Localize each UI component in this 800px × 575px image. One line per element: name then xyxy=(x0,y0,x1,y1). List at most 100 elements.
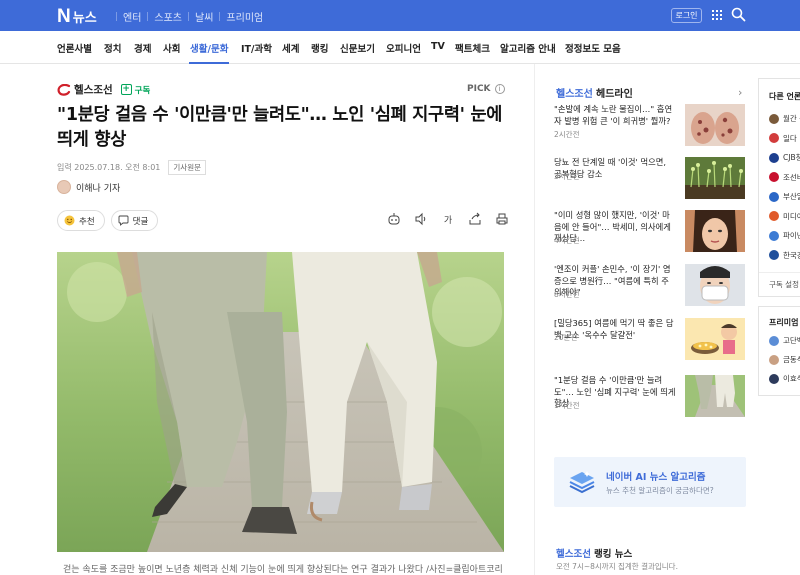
category-tab-12[interactable]: 알고리즘 안내 xyxy=(500,41,556,55)
reporter-byline[interactable]: 이해나 기자 xyxy=(57,180,120,194)
reporter-avatar xyxy=(57,180,71,194)
category-tab-1[interactable]: 정치 xyxy=(104,41,121,55)
headline-item-thumbnail[interactable] xyxy=(685,210,745,252)
premium-list-item[interactable]: 이효석 xyxy=(769,373,800,384)
headline-item[interactable]: "1분당 걸음 수 '이만큼'만 늘려도"… 노인 '심폐 지구력' 눈에 띄게… xyxy=(554,375,746,423)
press-list-name: 조선비즈 xyxy=(783,172,800,182)
category-tab-0[interactable]: 언론사별 xyxy=(57,41,92,55)
press-logo-icon xyxy=(769,113,779,124)
premium-avatar xyxy=(769,373,779,384)
premium-list-name: 금동식 xyxy=(783,355,800,364)
chevron-right-icon[interactable]: › xyxy=(738,86,742,99)
ai-banner-title: 네이버 AI 뉴스 알고리즘 xyxy=(606,472,706,483)
headline-item-thumbnail[interactable] xyxy=(685,264,745,306)
publish-date: 입력 2025.07.18. 오전 8:01 xyxy=(57,163,161,172)
headline-item[interactable]: [밀당365] 여름에 먹기 딱 좋은 담백·고소 '옥수수 달걀전' 20분전 xyxy=(554,318,746,366)
subscription-settings-link[interactable]: 구독 설정 xyxy=(759,272,800,290)
recommend-button[interactable]: 추천 xyxy=(57,210,105,231)
press-list-item[interactable]: 일다 xyxy=(769,133,797,144)
press-list-name: 일다 xyxy=(783,133,797,143)
headline-item-time: 20분전 xyxy=(554,333,578,342)
original-article-link[interactable]: 기사원문 xyxy=(168,160,206,175)
logo-text: 뉴스 xyxy=(72,11,97,26)
summary-bot-icon[interactable] xyxy=(387,212,401,226)
ai-layers-icon xyxy=(569,471,595,494)
headline-item-title: "손발에 계속 노란 물집이…" 흡연자 발병 위험 큰 '이 희귀병' 뭘까? xyxy=(554,104,673,126)
article-tools: 가 xyxy=(387,212,522,226)
category-tab-9[interactable]: 오피니언 xyxy=(386,41,421,55)
press-list-item[interactable]: 한국경제 xyxy=(769,250,800,261)
active-category-underline xyxy=(189,62,229,64)
grid-menu-icon[interactable] xyxy=(712,10,722,20)
top-nav-entertainment[interactable]: 엔터 xyxy=(123,9,141,24)
category-tab-8[interactable]: 신문보기 xyxy=(340,41,375,55)
press-logo-icon xyxy=(769,172,779,182)
divider xyxy=(116,12,117,21)
category-tab-11[interactable]: 팩트체크 xyxy=(455,41,490,55)
press-logo-icon xyxy=(769,133,779,143)
health-chosun-logo-icon[interactable] xyxy=(57,83,71,96)
top-nav-premium[interactable]: 프리미엄 xyxy=(226,9,263,24)
search-icon[interactable] xyxy=(731,7,746,22)
pick-label: PICK xyxy=(467,84,491,94)
comment-label: 댓글 xyxy=(132,216,149,227)
ai-algorithm-banner[interactable]: 네이버 AI 뉴스 알고리즘 뉴스 추천 알고리즘이 궁금하다면? xyxy=(554,457,746,507)
category-tab-13[interactable]: 정정보도 모음 xyxy=(565,41,621,55)
font-size-icon[interactable]: 가 xyxy=(441,212,455,226)
press-list-name: CJB청주방송 xyxy=(783,153,800,162)
press-list-item[interactable]: CJB청주방송 xyxy=(769,152,800,163)
category-tab-3[interactable]: 사회 xyxy=(163,41,180,55)
divider xyxy=(147,12,149,21)
top-nav-sports[interactable]: 스포츠 xyxy=(154,9,182,24)
headline-item-thumbnail[interactable] xyxy=(685,375,745,417)
ranking-subtitle: 오전 7시~8시까지 집계한 결과입니다. xyxy=(556,562,678,571)
headline-item[interactable]: "손발에 계속 노란 물집이…" 흡연자 발병 위험 큰 '이 희귀병' 뭘까?… xyxy=(554,104,746,152)
divider xyxy=(219,12,221,21)
speaker-icon[interactable] xyxy=(414,212,428,226)
category-tab-2[interactable]: 경제 xyxy=(134,41,151,55)
plus-icon: + xyxy=(120,84,132,95)
ranking-section: 랭킹 뉴스 xyxy=(594,549,633,560)
ranking-title[interactable]: 헬스조선 랭킹 뉴스 xyxy=(556,546,632,560)
headline-item-thumbnail[interactable] xyxy=(685,157,745,199)
premium-list-item[interactable]: 금동식 xyxy=(769,354,800,365)
info-icon[interactable]: i xyxy=(494,84,505,94)
press-list-name: 부산일보 xyxy=(783,192,800,201)
login-button[interactable]: 로그인 xyxy=(671,8,702,23)
smile-icon xyxy=(64,215,75,226)
naver-news-logo[interactable]: N 뉴스 xyxy=(57,6,97,27)
article-photo xyxy=(57,252,504,552)
press-list-item[interactable]: 파이낸셜뉴스 xyxy=(769,230,800,241)
other-press-panel: 다른 언론사 월간 산일다 CJB청주방송조선비즈부산일보미디어오늘파이낸셜뉴스한… xyxy=(758,78,800,297)
premium-title: 프리미엄 xyxy=(769,318,799,327)
print-icon[interactable] xyxy=(495,212,509,226)
category-tab-6[interactable]: 세계 xyxy=(282,41,299,55)
headline-item-time: 8시간전 xyxy=(554,290,580,299)
press-list-name: 월간 산 xyxy=(783,114,800,123)
headline-item-thumbnail[interactable] xyxy=(685,104,745,146)
press-list-item[interactable]: 월간 산 xyxy=(769,113,800,124)
category-tab-4[interactable]: 생활/문화 xyxy=(190,41,228,55)
comment-button[interactable]: 댓글 xyxy=(110,210,159,231)
headline-item[interactable]: '엔조이 커플' 손민수, '이 장기' 염증으로 병원行… "여름에 특히 주… xyxy=(554,264,746,312)
press-list-item[interactable]: 조선비즈 xyxy=(769,172,800,183)
press-list-item[interactable]: 부산일보 xyxy=(769,191,800,202)
category-tab-10[interactable]: TV xyxy=(431,41,445,52)
press-list-item[interactable]: 미디어오늘 xyxy=(769,211,800,222)
headline-item-time: 1시간전 xyxy=(554,401,580,410)
headline-item-thumbnail[interactable] xyxy=(685,318,745,360)
category-tab-5[interactable]: IT/과학 xyxy=(241,41,272,55)
headline-item[interactable]: 당뇨 전 단계일 때 '이것' 먹으면, 공복혈당 감소 3시간전 xyxy=(554,157,746,205)
category-tab-7[interactable]: 랭킹 xyxy=(311,41,328,55)
headline-panel-title[interactable]: 헬스조선 헤드라인 xyxy=(556,85,633,100)
share-icon[interactable] xyxy=(468,212,482,226)
top-nav-weather[interactable]: 날씨 xyxy=(195,9,213,24)
premium-list-item[interactable]: 고단백 xyxy=(769,335,800,346)
headline-item-time: 2시간전 xyxy=(554,130,580,139)
press-logo-icon xyxy=(769,250,779,260)
press-logo-icon xyxy=(769,152,779,163)
press-list-name: 미디어오늘 xyxy=(783,211,800,221)
press-name[interactable]: 헬스조선 xyxy=(74,82,113,97)
subscribe-button[interactable]: + 구독 xyxy=(120,84,150,96)
headline-item[interactable]: "이미 성형 많이 했지만, '이것' 마음에 안 들어"… 박세미, 의사에게… xyxy=(554,210,746,258)
